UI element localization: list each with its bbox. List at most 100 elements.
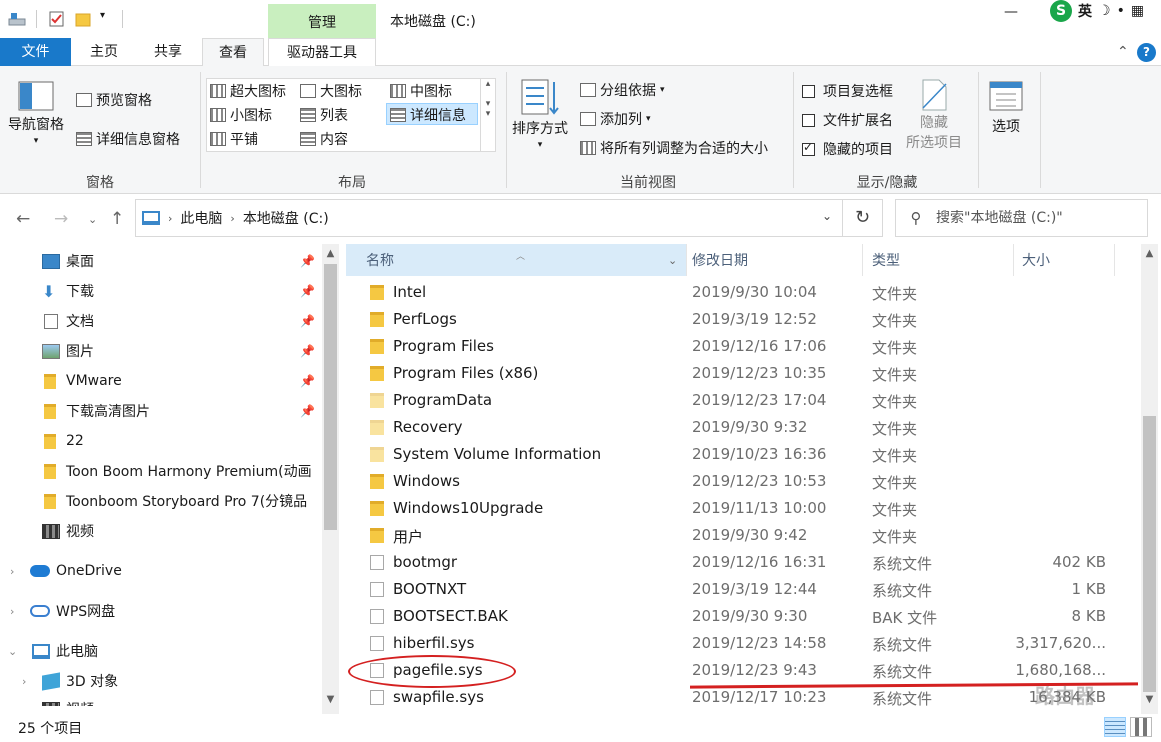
nav-item-pictures[interactable]: 图片 📌 [0, 336, 322, 366]
file-row[interactable]: Intel 2019/9/30 10:04 文件夹 [346, 279, 1136, 306]
tab-drive-tools[interactable]: 驱动器工具 [268, 38, 376, 67]
file-row[interactable]: ProgramData 2019/12/23 17:04 文件夹 [346, 387, 1136, 414]
breadcrumb-separator[interactable]: › [168, 212, 172, 225]
preview-pane-button[interactable]: 预览窗格 [76, 90, 152, 110]
address-dropdown-icon[interactable]: ⌄ [822, 209, 832, 223]
layout-content[interactable]: 内容 [300, 129, 348, 149]
hidden-items-toggle[interactable]: 隐藏的项目 [802, 139, 893, 159]
file-row[interactable]: Windows10Upgrade 2019/11/13 10:00 文件夹 [346, 495, 1136, 522]
pin-icon[interactable]: 📌 [300, 344, 315, 358]
scroll-down-icon[interactable]: ▼ [1141, 694, 1158, 705]
nav-item-this-pc[interactable]: ⌄ 此电脑 [0, 636, 322, 666]
layout-tiles[interactable]: 平铺 [210, 129, 258, 149]
breadcrumb-local-disk[interactable]: 本地磁盘 (C:) [243, 208, 329, 228]
large-icons-view-button[interactable] [1130, 717, 1152, 737]
nav-item-vmware[interactable]: VMware 📌 [0, 366, 322, 396]
item-checkboxes-checkbox[interactable] [802, 84, 815, 98]
pin-icon[interactable]: 📌 [300, 284, 315, 298]
hidden-items-checkbox[interactable] [802, 140, 815, 156]
item-checkboxes-toggle[interactable]: 项目复选框 [802, 81, 893, 101]
group-by-button[interactable]: 分组依据 ▾ [580, 80, 665, 100]
navigation-pane-scrollbar[interactable]: ▲ ▼ [322, 244, 339, 714]
scroll-up-icon[interactable]: ▲ [1141, 248, 1158, 259]
column-type[interactable]: 类型 [852, 244, 1002, 276]
collapse-chevron-icon[interactable]: ⌄ [8, 645, 17, 658]
sort-by-button[interactable]: 排序方式 ▾ [512, 78, 568, 150]
file-row[interactable]: Program Files 2019/12/16 17:06 文件夹 [346, 333, 1136, 360]
expand-chevron-icon[interactable]: › [22, 703, 26, 707]
nav-item-toonboom-storyboard[interactable]: Toonboom Storyboard Pro 7(分镜品 [0, 486, 322, 516]
up-button[interactable]: ↑ [110, 209, 124, 229]
ime-toolbar[interactable]: S 英 ☽ • ▦ [1050, 0, 1150, 22]
hide-selected-items-button[interactable]: 隐藏 所选项目 [906, 78, 962, 152]
nav-item-toon-boom-harmony[interactable]: Toon Boom Harmony Premium(动画 [0, 456, 322, 486]
forward-button[interactable]: → [54, 209, 68, 229]
pin-icon[interactable]: 📌 [300, 254, 315, 268]
file-extensions-toggle[interactable]: 文件扩展名 [802, 110, 893, 130]
drive-icon[interactable] [8, 10, 26, 28]
column-name[interactable]: 名称 ︿ ⌄ [346, 244, 686, 276]
file-list-scrollbar[interactable]: ▲ ▼ [1141, 244, 1158, 714]
file-row[interactable]: Program Files (x86) 2019/12/23 10:35 文件夹 [346, 360, 1136, 387]
new-folder-icon[interactable] [75, 10, 93, 28]
file-row[interactable]: bootmgr 2019/12/16 16:31 系统文件 402 KB [346, 549, 1136, 576]
layout-details[interactable]: 详细信息 [390, 105, 466, 125]
layout-extra-large-icons[interactable]: 超大图标 [210, 81, 286, 101]
ime-language[interactable]: 英 [1078, 1, 1092, 21]
layout-list[interactable]: 列表 [300, 105, 348, 125]
nav-item-wps-cloud[interactable]: › WPS网盘 [0, 596, 322, 626]
recent-locations-button[interactable]: ⌄ [88, 213, 97, 226]
navigation-pane-button[interactable]: 导航窗格 ▾ [8, 80, 64, 146]
help-icon[interactable]: ? [1137, 43, 1156, 62]
nav-item-3d-objects[interactable]: › 3D 对象 [0, 666, 322, 696]
pin-icon[interactable]: 📌 [300, 314, 315, 328]
ime-dot-icon[interactable]: • [1117, 3, 1125, 19]
expand-chevron-icon[interactable]: › [10, 605, 14, 618]
file-row[interactable]: BOOTNXT 2019/3/19 12:44 系统文件 1 KB [346, 576, 1136, 603]
tab-view[interactable]: 查看 [202, 38, 264, 67]
address-bar[interactable]: › 此电脑 › 本地磁盘 (C:) ⌄ [135, 199, 843, 237]
file-row[interactable]: System Volume Information 2019/10/23 16:3… [346, 441, 1136, 468]
tab-home[interactable]: 主页 [76, 38, 132, 66]
nav-item-videos[interactable]: 视频 [0, 516, 322, 546]
add-columns-button[interactable]: 添加列 ▾ [580, 109, 651, 129]
file-row[interactable]: 用户 2019/9/30 9:42 文件夹 [346, 522, 1136, 549]
properties-icon[interactable] [48, 10, 66, 28]
breadcrumb-separator[interactable]: › [230, 212, 234, 225]
minimize-button[interactable]: — [1004, 4, 1018, 20]
nav-item-downloads[interactable]: ⬇ 下载 📌 [0, 276, 322, 306]
ime-moon-icon[interactable]: ☽ [1098, 3, 1111, 19]
refresh-button[interactable]: ↻ [843, 199, 883, 237]
pin-icon[interactable]: 📌 [300, 374, 315, 388]
tab-share[interactable]: 共享 [138, 38, 198, 66]
layout-small-icons[interactable]: 小图标 [210, 105, 272, 125]
scroll-down-icon[interactable]: ▼ [322, 694, 339, 705]
customize-quick-access-icon[interactable]: ▾ [100, 10, 118, 28]
nav-item-documents[interactable]: 文档 📌 [0, 306, 322, 336]
nav-item-desktop[interactable]: 桌面 📌 [0, 246, 322, 276]
nav-item-onedrive[interactable]: › OneDrive [0, 556, 322, 586]
file-row[interactable]: Recovery 2019/9/30 9:32 文件夹 [346, 414, 1136, 441]
details-view-button[interactable] [1104, 717, 1126, 737]
collapse-ribbon-icon[interactable]: ⌃ [1117, 44, 1129, 60]
details-pane-button[interactable]: 详细信息窗格 [76, 129, 180, 149]
search-input[interactable] [936, 210, 1136, 226]
scrollbar-thumb[interactable] [324, 264, 337, 530]
options-button[interactable]: 选项 [988, 80, 1024, 136]
column-size[interactable]: 大小 [1002, 244, 1112, 276]
search-box[interactable]: ⚲ [895, 199, 1148, 237]
nav-item-videos-2[interactable]: › 视频 [0, 694, 322, 706]
back-button[interactable]: ← [16, 209, 30, 229]
ime-grid-icon[interactable]: ▦ [1131, 3, 1144, 19]
scrollbar-thumb[interactable] [1143, 416, 1156, 692]
layout-large-icons[interactable]: 大图标 [300, 81, 362, 101]
file-row[interactable]: PerfLogs 2019/3/19 12:52 文件夹 [346, 306, 1136, 333]
file-row[interactable]: hiberfil.sys 2019/12/23 14:58 系统文件 3,317,62… [346, 630, 1136, 657]
file-extensions-checkbox[interactable] [802, 113, 815, 127]
size-all-columns-button[interactable]: 将所有列调整为合适的大小 [580, 138, 768, 158]
nav-item-hd-pictures[interactable]: 下载高清图片 📌 [0, 396, 322, 426]
expand-chevron-icon[interactable]: › [22, 675, 26, 688]
ime-logo-icon[interactable]: S [1050, 0, 1072, 22]
layout-gallery-scroll[interactable]: ▴ ▾ ▾ [480, 79, 495, 151]
nav-item-22[interactable]: 22 [0, 426, 322, 456]
